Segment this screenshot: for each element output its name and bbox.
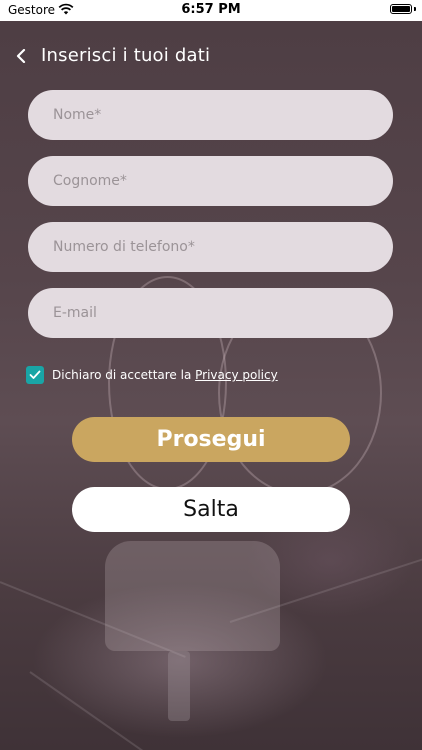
- status-bar: Gestore 6:57 PM: [0, 0, 422, 21]
- privacy-checkbox[interactable]: [26, 366, 44, 384]
- battery-icon: [390, 4, 412, 14]
- back-button[interactable]: [10, 45, 32, 67]
- nav-header: Inserisci i tuoi dati: [0, 21, 422, 91]
- battery-cap: [414, 7, 416, 11]
- floor-line: [29, 671, 179, 750]
- skip-button[interactable]: Salta: [72, 487, 350, 532]
- consent-label: Dichiaro di accettare la Privacy policy: [52, 368, 278, 382]
- page-title: Inserisci i tuoi dati: [41, 45, 211, 66]
- clock: 6:57 PM: [181, 2, 241, 17]
- first-name-field[interactable]: [28, 90, 393, 140]
- chevron-left-icon: [16, 49, 26, 63]
- email-field[interactable]: [28, 288, 393, 338]
- phone-field[interactable]: [28, 222, 393, 272]
- checkmark-icon: [29, 370, 41, 379]
- privacy-policy-link[interactable]: Privacy policy: [195, 368, 278, 382]
- continue-button[interactable]: Prosegui: [72, 417, 350, 462]
- chair-base-shape: [168, 651, 190, 721]
- last-name-field[interactable]: [28, 156, 393, 206]
- consent-text: Dichiaro di accettare la: [52, 368, 196, 382]
- privacy-consent-row: Dichiaro di accettare la Privacy policy: [26, 365, 278, 385]
